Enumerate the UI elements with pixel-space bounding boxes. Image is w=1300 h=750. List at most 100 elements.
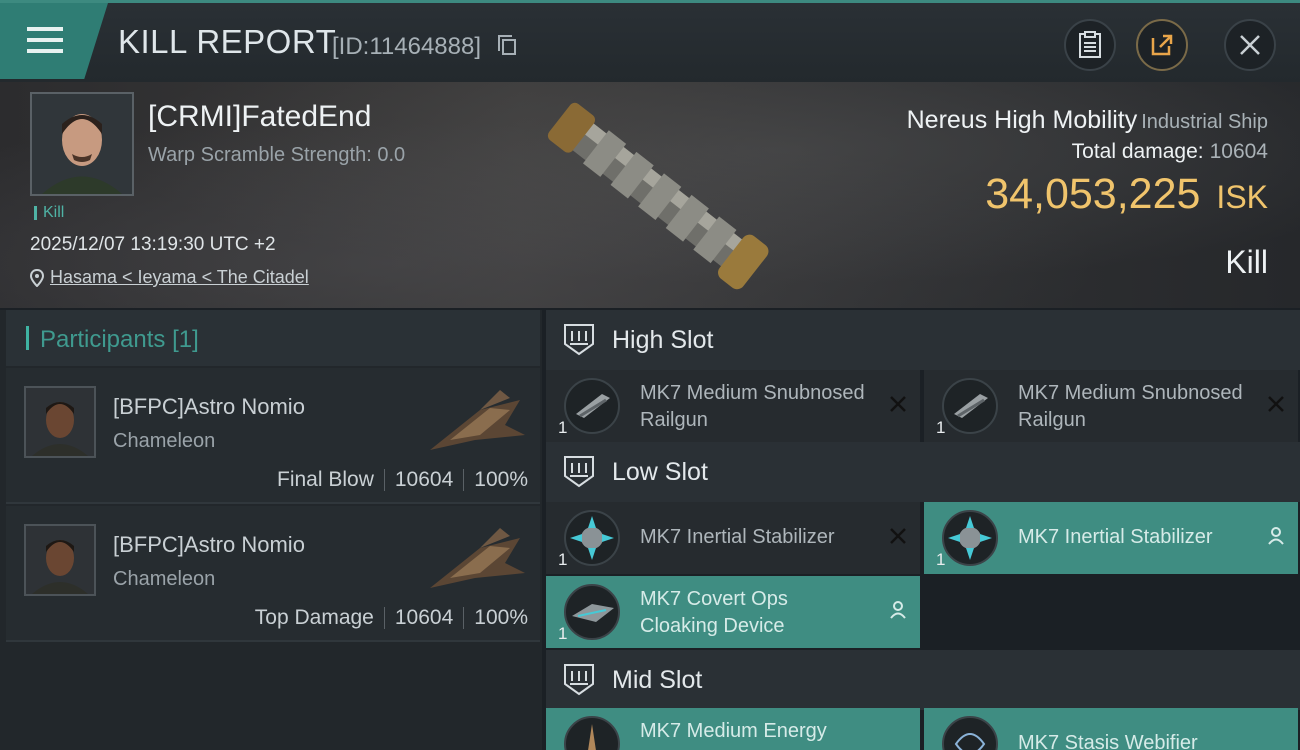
participants-panel: Participants [1] [BFPC]Astro Nomio Chame… (0, 310, 542, 750)
module-name: MK7 Covert Ops Cloaking Device (640, 588, 788, 637)
top-bar: KILL REPORT [ID:11464888] (0, 0, 1300, 82)
copy-icon[interactable] (498, 35, 516, 55)
close-icon (1240, 35, 1260, 55)
clipboard-icon (1079, 31, 1101, 58)
victim-header: [CRMI]FatedEnd Warp Scramble Strength: 0… (0, 82, 1300, 308)
module-quantity: 1 (558, 550, 568, 569)
isk-value: 34,053,225 ISK (985, 170, 1268, 219)
low-slot-header: Low Slot (546, 442, 1300, 502)
railgun-icon (942, 378, 998, 434)
module-item[interactable]: 1 MK7 Inertial Stabilizer (924, 502, 1298, 574)
module-item[interactable]: 1 MK7 Medium Snubnosed Railgun (924, 370, 1298, 442)
low-slot-label: Low Slot (612, 458, 708, 486)
kill-datetime: 2025/12/07 13:19:30 UTC +2 (30, 234, 276, 255)
fitting-panel: High Slot 1 MK7 Medium Snubnosed Railgun… (546, 310, 1300, 750)
clipboard-button[interactable] (1064, 19, 1116, 71)
report-id: [ID:11464888] (332, 33, 482, 60)
share-icon (1151, 34, 1173, 56)
mid-slot-label: Mid Slot (612, 666, 703, 694)
participant-role: Top Damage (254, 606, 374, 629)
victim-name: [CRMI]FatedEnd (148, 100, 372, 133)
kill-result: Kill (1225, 244, 1268, 280)
module-item[interactable]: MK7 Stasis Webifier (924, 708, 1298, 750)
mid-slot-header: Mid Slot (546, 650, 1300, 710)
participant-ship-image[interactable] (420, 518, 530, 602)
participants-count: [1] (172, 326, 199, 353)
participant-percent: 100% (474, 468, 528, 491)
location-pin-icon (30, 269, 44, 288)
slot-shield-icon (564, 324, 594, 356)
module-quantity: 1 (558, 624, 568, 643)
location-link[interactable]: Hasama < Ieyama < The Citadel (50, 267, 309, 287)
participant-ship: Chameleon (113, 568, 216, 590)
module-item[interactable]: 1 MK7 Medium Snubnosed Railgun (546, 370, 920, 442)
module-quantity: 1 (558, 418, 568, 437)
victim-ship-image[interactable] (520, 88, 790, 298)
module-name: MK7 Medium Snubnosed Railgun (1018, 382, 1243, 431)
participant-percent: 100% (474, 606, 528, 629)
victim-portrait[interactable] (30, 92, 134, 196)
slot-shield-icon (564, 456, 594, 488)
inertial-stabilizer-icon (942, 510, 998, 566)
participant-role: Final Blow (277, 468, 374, 491)
module-quantity: 1 (936, 418, 946, 437)
divider (383, 469, 385, 492)
victim-ship-name: Nereus High Mobility Industrial Ship (907, 106, 1268, 135)
isk-unit: ISK (1216, 179, 1268, 215)
module-quantity: 1 (936, 550, 946, 569)
menu-button[interactable] (0, 3, 108, 79)
destroyed-x-icon (890, 396, 906, 412)
participant-row[interactable]: [BFPC]Astro Nomio Chameleon Top Damage 10… (6, 506, 540, 642)
divider (383, 607, 385, 630)
energy-module-icon (564, 716, 620, 750)
module-item[interactable]: 1 MK7 Inertial Stabilizer (546, 502, 920, 574)
participant-damage: 10604 (394, 606, 454, 629)
stasis-webifier-icon (942, 716, 998, 750)
participant-stats: Top Damage 10604 100% (255, 606, 528, 630)
module-name: MK7 Inertial Stabilizer (640, 526, 835, 548)
high-slot-label: High Slot (612, 326, 714, 354)
module-item[interactable]: 1 MK7 Covert Ops Cloaking Device (546, 576, 920, 648)
module-name: MK7 Medium Energy (640, 720, 827, 742)
participant-name: [BFPC]Astro Nomio (113, 394, 305, 419)
participant-avatar[interactable] (24, 386, 96, 458)
person-icon (890, 601, 906, 619)
kill-tag: Kill (34, 205, 64, 221)
module-name: MK7 Stasis Webifier (1018, 732, 1198, 750)
total-damage: Total damage: 10604 (1072, 140, 1268, 164)
person-icon (1268, 527, 1284, 545)
warp-scramble-strength: Warp Scramble Strength: 0.0 (148, 144, 406, 166)
module-name: MK7 Medium Snubnosed Railgun (640, 382, 865, 431)
participant-name: [BFPC]Astro Nomio (113, 532, 305, 557)
ship-name: Nereus High Mobility (906, 106, 1138, 134)
module-name: MK7 Inertial Stabilizer (1018, 526, 1213, 548)
participant-damage: 10604 (394, 468, 454, 491)
inertial-stabilizer-icon (564, 510, 620, 566)
divider (463, 469, 465, 492)
participant-ship: Chameleon (113, 430, 216, 452)
module-item[interactable]: MK7 Medium Energy (546, 708, 920, 750)
total-damage-label: Total damage: (1071, 140, 1204, 163)
participant-avatar[interactable] (24, 524, 96, 596)
cloaking-device-icon (564, 584, 620, 640)
high-slot-header: High Slot (546, 310, 1300, 370)
participant-ship-image[interactable] (420, 380, 530, 464)
header-accent (26, 326, 29, 350)
destroyed-x-icon (1268, 396, 1284, 412)
participants-header: Participants [1] (6, 310, 540, 366)
page-title: KILL REPORT (118, 23, 337, 60)
ship-class: Industrial Ship (1141, 111, 1268, 133)
railgun-icon (564, 378, 620, 434)
close-button[interactable] (1224, 19, 1276, 71)
participants-title: Participants [1] (40, 326, 199, 353)
isk-amount: 34,053,225 (985, 170, 1201, 218)
slot-shield-icon (564, 664, 594, 696)
destroyed-x-icon (890, 528, 906, 544)
total-damage-value: 10604 (1209, 140, 1268, 163)
location[interactable]: Hasama < Ieyama < The Citadel (30, 267, 309, 288)
participant-row[interactable]: [BFPC]Astro Nomio Chameleon Final Blow 10… (6, 368, 540, 504)
participant-stats: Final Blow 10604 100% (277, 468, 528, 492)
share-button[interactable] (1136, 19, 1188, 71)
hamburger-menu-icon (27, 27, 63, 60)
divider (463, 607, 465, 630)
